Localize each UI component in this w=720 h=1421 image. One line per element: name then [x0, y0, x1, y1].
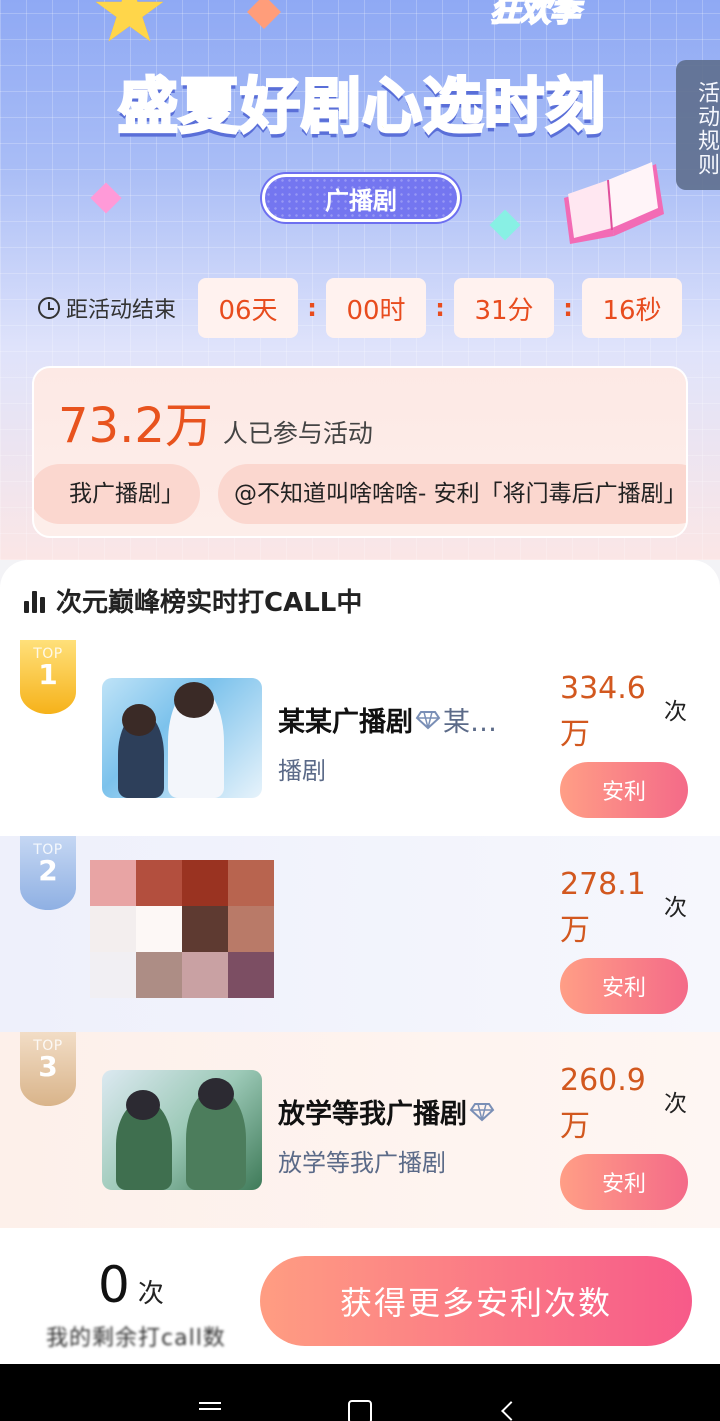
activity-rules-tab[interactable]: 活动规则	[676, 60, 720, 190]
page-title: 盛夏好剧 心选时刻	[52, 58, 672, 144]
countdown-separator: :	[563, 294, 573, 322]
drama-name-suffix: 某…	[443, 707, 497, 738]
bar-chart-icon	[24, 589, 48, 613]
marquee-chip: 我广播剧」	[34, 464, 200, 524]
countdown-minutes: 31分	[454, 278, 554, 338]
marquee-chip: @不知道叫啥啥啥- 安利「将门毒后广播剧」	[218, 464, 686, 524]
drama-subtitle: 播剧	[278, 757, 326, 785]
participant-text: 人已参与活动	[222, 419, 373, 448]
drama-cover-image[interactable]	[102, 678, 262, 798]
title-part-2: 心选时刻	[361, 70, 607, 143]
ranking-row-2[interactable]: TOP 2 278.1万 次 安利	[0, 836, 720, 1032]
countdown-days: 06天	[198, 278, 298, 338]
ranking-header: 次元巅峰榜实时打CALL中	[24, 582, 362, 619]
recommend-button[interactable]: 安利	[560, 958, 688, 1014]
ranking-panel: 次元巅峰榜实时打CALL中 TOP 1 某某广播剧 某… 播剧 334.6万 次…	[0, 560, 720, 1232]
diamond-decoration-icon	[90, 182, 122, 214]
ranking-title: 次元巅峰榜实时打CALL中	[56, 588, 363, 618]
call-score: 260.9万	[560, 1063, 646, 1144]
times-unit: 次	[664, 1091, 687, 1117]
countdown-separator: :	[307, 294, 317, 322]
rank-medal-3: TOP 3	[20, 1032, 76, 1106]
times-unit: 次	[664, 895, 687, 921]
diamond-decoration-icon	[247, 0, 281, 29]
title-part-1: 盛夏好剧	[117, 70, 363, 143]
home-icon[interactable]	[348, 1400, 372, 1421]
get-more-recommend-button[interactable]: 获得更多安利次数	[260, 1256, 692, 1346]
medal-rank-number: 1	[38, 658, 58, 691]
bottom-action-bar: 0 次 我的剩余打call数 获得更多安利次数	[0, 1232, 720, 1364]
remaining-label: 我的剩余打call数	[46, 1326, 226, 1351]
pixelated-cover-image[interactable]	[90, 860, 274, 998]
recommend-button[interactable]: 安利	[560, 1154, 688, 1210]
call-score: 278.1万	[560, 867, 646, 948]
countdown-label: 距活动结束	[66, 298, 177, 323]
my-remaining-count: 0 次	[98, 1256, 164, 1314]
hero-banner: ★ 狂欢季 盛夏好剧 心选时刻 活动规则 广播剧 距活动结束 06天 : 00时 …	[0, 0, 720, 560]
drama-name-text: 放学等我广播剧	[278, 1099, 467, 1130]
clock-icon	[38, 297, 60, 319]
countdown-label-group: 距活动结束	[38, 292, 198, 324]
drama-cover-image[interactable]	[102, 1070, 262, 1190]
remaining-unit: 次	[137, 1279, 164, 1309]
call-score: 334.6万	[560, 671, 646, 752]
back-icon[interactable]	[501, 1401, 521, 1421]
medal-top-label: TOP	[33, 842, 63, 858]
category-pill[interactable]: 广播剧	[262, 174, 460, 222]
brand-logo: 狂欢季	[489, 0, 581, 30]
recommend-button[interactable]: 安利	[560, 762, 688, 818]
diamond-icon	[415, 710, 441, 729]
remaining-number: 0	[98, 1256, 130, 1314]
medal-top-label: TOP	[33, 646, 63, 662]
participant-number: 73.2万	[58, 398, 213, 454]
medal-top-label: TOP	[33, 1038, 63, 1054]
ranking-row-3[interactable]: TOP 3 放学等我广播剧 放学等我广播剧 260.9万 次 安利	[0, 1032, 720, 1228]
rank-medal-1: TOP 1	[20, 640, 76, 714]
medal-rank-number: 3	[38, 1050, 58, 1083]
diamond-decoration-icon	[489, 209, 521, 241]
drama-subtitle: 放学等我广播剧	[278, 1149, 446, 1177]
rank-medal-2: TOP 2	[20, 836, 76, 910]
star-decoration-icon: ★	[90, 0, 169, 62]
system-navigation-bar	[0, 1364, 720, 1421]
drama-title[interactable]: 放学等我广播剧	[278, 1092, 548, 1131]
times-unit: 次	[664, 699, 687, 725]
drama-info	[278, 896, 548, 908]
drama-info: 某某广播剧 某… 播剧	[278, 700, 548, 786]
diamond-icon	[469, 1102, 495, 1121]
participation-count: 73.2万 人已参与活动	[58, 386, 373, 456]
countdown: 距活动结束 06天 : 00时 : 31分 : 16秒	[38, 278, 688, 338]
countdown-separator: :	[435, 294, 445, 322]
countdown-seconds: 16秒	[582, 278, 682, 338]
medal-rank-number: 2	[38, 854, 58, 887]
drama-title[interactable]: 某某广播剧 某…	[278, 700, 548, 739]
participation-card: 73.2万 人已参与活动 我广播剧」 @不知道叫啥啥啥- 安利「将门毒后广播剧」	[32, 366, 688, 538]
drama-info: 放学等我广播剧 放学等我广播剧	[278, 1092, 548, 1178]
menu-icon[interactable]	[199, 1402, 221, 1416]
open-book-icon	[564, 162, 664, 244]
ranking-row-1[interactable]: TOP 1 某某广播剧 某… 播剧 334.6万 次 安利	[0, 640, 720, 836]
drama-name-text: 某某广播剧	[278, 707, 413, 738]
countdown-hours: 00时	[326, 278, 426, 338]
